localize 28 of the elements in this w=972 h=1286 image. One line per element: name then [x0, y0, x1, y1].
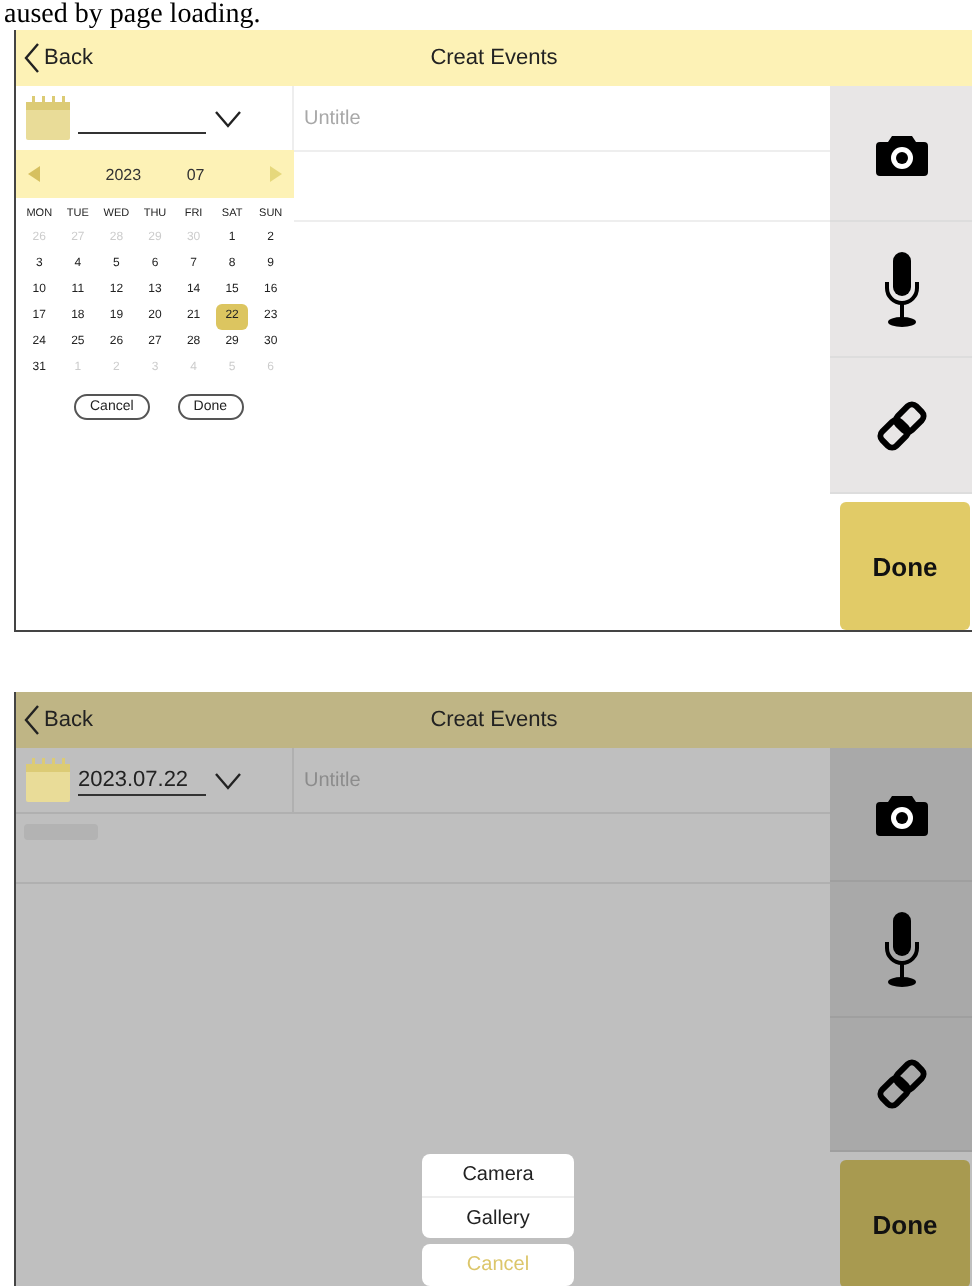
- link-icon: [875, 1058, 927, 1111]
- sheet-option[interactable]: Gallery: [422, 1196, 574, 1238]
- title-field[interactable]: Untitle: [294, 86, 830, 150]
- chevron-down-icon[interactable]: [214, 109, 242, 127]
- back-button[interactable]: Back: [16, 704, 93, 736]
- microphone-button[interactable]: [830, 882, 972, 1018]
- camera-button[interactable]: [830, 748, 972, 883]
- camera-icon: [875, 131, 927, 175]
- microphone-icon: [883, 251, 919, 327]
- sheet-option[interactable]: Camera: [422, 1154, 574, 1196]
- year-label: 2023: [105, 165, 142, 183]
- camera-icon: [875, 792, 927, 837]
- back-button[interactable]: Back: [16, 42, 93, 74]
- chevron-left-icon: [24, 42, 40, 74]
- screen-title: Creat Events: [430, 708, 558, 732]
- date-field[interactable]: 2023.07.22: [78, 765, 206, 795]
- chevron-down-icon[interactable]: [214, 771, 242, 789]
- calendar-icon: [26, 96, 70, 140]
- link-icon: [875, 399, 927, 451]
- microphone-icon: [883, 911, 919, 988]
- done-button[interactable]: Done: [840, 1160, 970, 1286]
- calendar-icon: [26, 758, 70, 802]
- screen-title: Creat Events: [430, 46, 558, 70]
- link-button[interactable]: [830, 1017, 972, 1153]
- month-label: 07: [186, 165, 205, 183]
- caption-text: aused by page loading.: [4, 0, 261, 30]
- done-button[interactable]: Done: [840, 502, 970, 630]
- chevron-left-icon: [24, 704, 40, 736]
